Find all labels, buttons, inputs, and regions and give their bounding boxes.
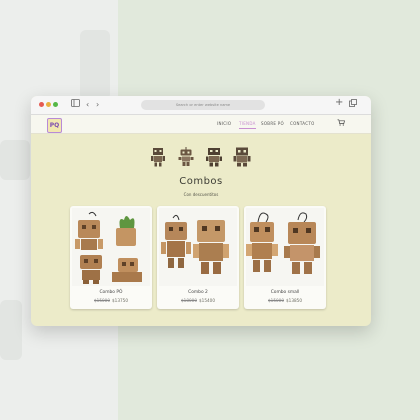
product-name: Combo PÓ <box>99 290 123 295</box>
sidebar-toggle-icon[interactable] <box>71 99 80 111</box>
browser-window: ‹ › Search or enter website name + PQ IN… <box>31 96 371 326</box>
address-bar[interactable]: Search or enter website name <box>141 100 265 110</box>
product-card-combo-2[interactable]: Combo 2 $18000 $15400 <box>157 206 239 309</box>
new-tab-plus-icon[interactable]: + <box>335 97 343 109</box>
product-card-combo-po[interactable]: Combo PÓ $15000 $13750 <box>70 206 152 309</box>
robot-icon <box>233 147 251 167</box>
page-subtitle: Con descuentitos <box>183 192 219 197</box>
product-name: Combo small <box>270 290 300 295</box>
site-logo-text: PQ <box>49 122 60 129</box>
store-content: Combos Con descuentitos Combo PÓ $15000 … <box>31 133 371 326</box>
page-title: Combos <box>179 176 223 187</box>
forward-arrow-icon[interactable]: › <box>96 99 99 111</box>
back-arrow-icon[interactable]: ‹ <box>86 99 89 111</box>
robot-icons-row <box>148 147 254 167</box>
product-name: Combo 2 <box>188 290 208 295</box>
site-logo[interactable]: PQ <box>47 118 62 133</box>
product-image[interactable] <box>72 208 150 286</box>
product-image[interactable] <box>159 208 237 286</box>
product-new-price: $13850 <box>286 298 302 303</box>
site-header: PQ INICIO TIENDA SOBRE PÓ CONTACTO <box>31 115 371 134</box>
product-card-combo-small[interactable]: Combo small $15000 $13850 <box>244 206 326 309</box>
product-image[interactable] <box>246 208 324 286</box>
robot-icon <box>206 148 222 167</box>
background-ghost-shape <box>0 140 30 180</box>
close-window-button[interactable] <box>39 102 44 107</box>
browser-toolbar: ‹ › Search or enter website name + <box>31 96 371 115</box>
minimize-window-button[interactable] <box>46 102 51 107</box>
cart-icon[interactable] <box>337 119 345 128</box>
background-ghost-shape <box>80 30 110 100</box>
product-new-price: $13750 <box>112 298 128 303</box>
product-old-price: $18000 <box>181 298 197 303</box>
background-ghost-shape <box>0 300 22 360</box>
product-old-price: $15000 <box>268 298 284 303</box>
product-prices: $15000 $13750 <box>70 298 152 303</box>
robot-icon <box>151 148 165 167</box>
maximize-window-button[interactable] <box>53 102 58 107</box>
nav-sobre[interactable]: SOBRE PÓ <box>261 121 284 126</box>
robot-icon <box>178 147 194 166</box>
tabs-overview-icon[interactable] <box>349 99 357 111</box>
product-old-price: $15000 <box>94 298 110 303</box>
address-bar-text: Search or enter website name <box>175 103 231 107</box>
nav-contacto[interactable]: CONTACTO <box>290 121 315 126</box>
nav-tienda[interactable]: TIENDA <box>239 121 256 129</box>
product-prices: $18000 $15400 <box>157 298 239 303</box>
nav-inicio[interactable]: INICIO <box>217 121 231 126</box>
product-prices: $15000 $13850 <box>244 298 326 303</box>
product-new-price: $15400 <box>199 298 215 303</box>
